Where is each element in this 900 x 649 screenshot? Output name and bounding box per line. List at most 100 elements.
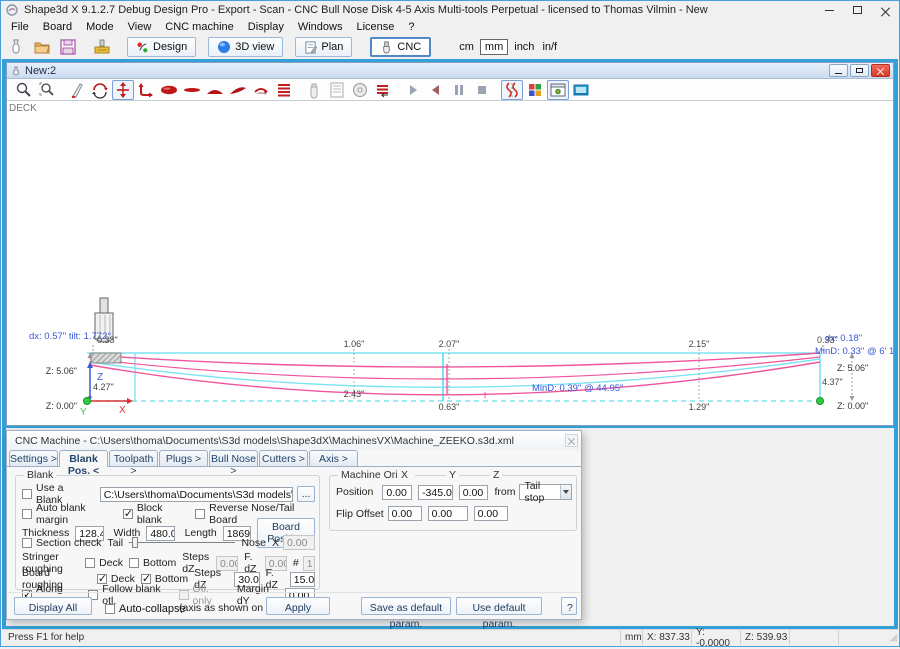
close-button[interactable] xyxy=(871,2,899,19)
multi-window-icon[interactable] xyxy=(524,80,546,100)
section-check-checkbox[interactable]: Section check xyxy=(22,537,101,549)
design-icon xyxy=(136,41,149,54)
document-window: New:2 xyxy=(6,62,894,426)
menu-display[interactable]: Display xyxy=(241,20,291,34)
resize-grip-icon[interactable] xyxy=(886,630,898,645)
nose-section-icon[interactable] xyxy=(204,80,226,100)
section-slider-handle[interactable] xyxy=(132,537,138,548)
unit-inf[interactable]: in/f xyxy=(540,40,559,54)
simulate-back-icon xyxy=(425,80,447,100)
tab-cutters[interactable]: Cutters > xyxy=(259,450,308,466)
flip-board-icon[interactable] xyxy=(250,80,272,100)
cutting-list-icon xyxy=(326,80,348,100)
plan-button-label: Plan xyxy=(321,41,343,53)
dropdown-arrow-icon[interactable] xyxy=(560,485,571,499)
plan-view-button[interactable]: Plan xyxy=(295,37,352,57)
toolpath-layers-icon[interactable] xyxy=(372,80,394,100)
display-all-button[interactable]: Display All xyxy=(14,597,92,615)
rail-section-icon[interactable] xyxy=(227,80,249,100)
position-y-field[interactable]: -345.00 xyxy=(418,485,453,500)
auto-collapse-checkbox[interactable]: Auto-collapse xyxy=(105,600,186,618)
design-button-label: Design xyxy=(153,41,187,53)
unit-mm[interactable]: mm xyxy=(480,39,508,55)
new-file-icon[interactable] xyxy=(5,37,27,57)
flip-y-field[interactable]: 0.00 xyxy=(428,506,468,521)
rocker-view-icon[interactable] xyxy=(135,80,157,100)
section-slider[interactable] xyxy=(129,537,235,548)
unit-cm[interactable]: cm xyxy=(457,40,476,54)
save-file-icon[interactable] xyxy=(57,37,79,57)
export-machine-icon[interactable] xyxy=(91,37,113,57)
flip-x-field[interactable]: 0.00 xyxy=(388,506,422,521)
annot-m1-bottom: 2.43" xyxy=(344,389,365,399)
menu-windows[interactable]: Windows xyxy=(291,20,350,34)
position-x-field[interactable]: 0.00 xyxy=(382,485,412,500)
design-mode-button[interactable]: Design xyxy=(127,37,196,57)
tab-bull-nose[interactable]: Bull Nose > xyxy=(209,450,258,466)
menu-board[interactable]: Board xyxy=(36,20,79,34)
dialog-close-button[interactable] xyxy=(565,434,578,447)
annot-m3-bottom: 1.29" xyxy=(689,402,710,412)
outline-plan-icon[interactable] xyxy=(158,80,180,100)
cnc-machine-dialog: CNC Machine - C:\Users\thoma\Documents\S… xyxy=(6,430,582,620)
position-z-field[interactable]: 0.00 xyxy=(459,485,489,500)
menu-help[interactable]: ? xyxy=(401,20,421,34)
tab-toolpath[interactable]: Toolpath > xyxy=(109,450,158,466)
tail-label: Tail xyxy=(107,537,123,549)
simulate-forward-icon xyxy=(402,80,424,100)
zoom-in-icon[interactable] xyxy=(13,80,35,100)
minimize-icon xyxy=(825,10,834,11)
tab-plugs[interactable]: Plugs > xyxy=(159,450,208,466)
menu-cnc-machine[interactable]: CNC machine xyxy=(158,20,240,34)
dialog-help-button[interactable]: ? xyxy=(561,597,577,615)
measure-tool-icon[interactable] xyxy=(66,80,88,100)
cnc-icon xyxy=(380,41,393,54)
browse-blank-button[interactable]: ... xyxy=(297,486,315,502)
menu-mode[interactable]: Mode xyxy=(79,20,121,34)
annot-z-bottom-right: Z: 0.00" xyxy=(837,401,868,411)
flip-z-field[interactable]: 0.00 xyxy=(474,506,508,521)
document-title-bar[interactable]: New:2 xyxy=(7,63,893,79)
menu-file[interactable]: File xyxy=(4,20,36,34)
cut-layers-icon[interactable] xyxy=(273,80,295,100)
tab-settings[interactable]: Settings > xyxy=(9,450,58,466)
status-unit: mm xyxy=(620,630,642,645)
maximize-icon xyxy=(853,6,862,14)
apply-button[interactable]: Apply xyxy=(266,597,330,615)
shape3d-window: { "window": { "title": "Shape3d X 9.1.2.… xyxy=(0,0,900,647)
curvature-view-icon[interactable] xyxy=(501,80,523,100)
save-default-button[interactable]: Save as default param. xyxy=(361,597,451,615)
maximize-button[interactable] xyxy=(843,2,871,19)
from-dropdown[interactable]: Tail stop xyxy=(519,484,572,500)
view-toolbar xyxy=(7,79,893,101)
dialog-close-icon xyxy=(568,437,575,444)
cnc-mode-button[interactable]: CNC xyxy=(370,37,431,57)
annot-tail-height: 4.37" xyxy=(822,377,843,387)
thickness-view-icon[interactable] xyxy=(181,80,203,100)
zoom-window-icon[interactable] xyxy=(36,80,58,100)
use-default-button[interactable]: Use default param. xyxy=(456,597,542,615)
position-label: Position xyxy=(336,486,373,498)
menu-view[interactable]: View xyxy=(121,20,159,34)
unit-selector: cm mm inch in/f xyxy=(457,39,559,55)
open-file-icon[interactable] xyxy=(31,37,53,57)
rotate-view-icon[interactable] xyxy=(89,80,111,100)
unit-inch[interactable]: inch xyxy=(512,40,536,54)
doc-close-icon xyxy=(877,67,884,74)
menu-license[interactable]: License xyxy=(349,20,401,34)
status-bar: Press F1 for help mm X: 837.33 Y: -0.000… xyxy=(2,629,898,645)
doc-restore-button[interactable] xyxy=(850,64,869,77)
tab-blank-pos[interactable]: Blank Pos. < xyxy=(59,450,108,467)
drawing-canvas[interactable]: DECK xyxy=(7,101,893,425)
doc-minimize-button[interactable] xyxy=(829,64,848,77)
dialog-title-bar[interactable]: CNC Machine - C:\Users\thoma\Documents\S… xyxy=(7,431,581,450)
render-view-icon[interactable] xyxy=(547,80,569,100)
tab-axis[interactable]: Axis > xyxy=(309,450,358,466)
dialog-footer: Display All Auto-collapse (axis as shown… xyxy=(7,592,581,619)
3d-view-button[interactable]: 3D view xyxy=(208,37,283,57)
doc-close-button[interactable] xyxy=(871,64,890,77)
blank-path-field[interactable]: C:\Users\thoma\Documents\S3d models\USbl… xyxy=(100,487,294,502)
outline-view-icon[interactable] xyxy=(112,80,134,100)
full-screen-icon[interactable] xyxy=(570,80,592,100)
minimize-button[interactable] xyxy=(815,2,843,19)
